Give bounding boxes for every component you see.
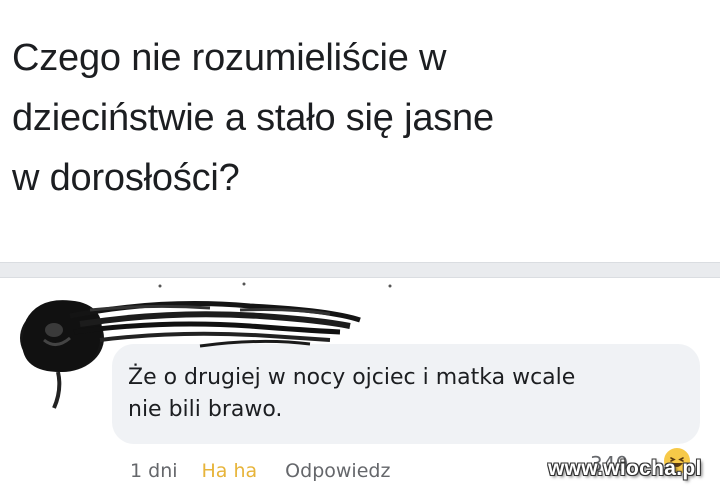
bottom-strip bbox=[0, 493, 720, 503]
post-text-line-3: w dorosłości? bbox=[12, 157, 240, 199]
comment-timestamp: 1 dni bbox=[130, 460, 178, 482]
comment-text-line-2: nie bili brawo. bbox=[128, 397, 283, 422]
comment-text-line-1: Że o drugiej w nocy ojciec i matka wcale bbox=[128, 365, 576, 390]
comment-actions: 1 dni Ha ha Odpowiedz bbox=[130, 456, 390, 486]
reply-link[interactable]: Odpowiedz bbox=[285, 460, 390, 482]
reaction-haha-link[interactable]: Ha ha bbox=[202, 460, 258, 482]
site-watermark: www.wiocha.pl bbox=[548, 457, 702, 480]
post-text-line-1: Czego nie rozumieliście w bbox=[12, 37, 447, 79]
post-text: Czego nie rozumieliście w dzieciństwie a… bbox=[12, 28, 712, 208]
comment-text: Że o drugiej w nocy ojciec i matka wcale… bbox=[128, 362, 688, 426]
post-container: Czego nie rozumieliście w dzieciństwie a… bbox=[0, 0, 720, 262]
post-text-line-2: dzieciństwie a stało się jasne bbox=[12, 97, 494, 139]
post-divider bbox=[0, 262, 720, 278]
